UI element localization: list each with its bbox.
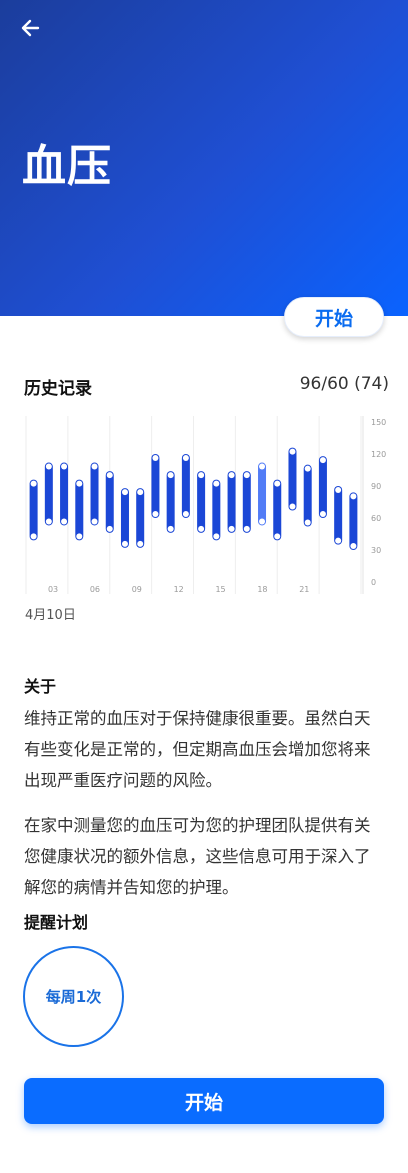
diastolic-point [304,519,311,526]
diastolic-point [152,511,159,517]
diastolic-point [350,543,357,549]
systolic-point [106,472,113,479]
arrow-left-icon [21,19,40,37]
bp-range-bar [166,471,175,533]
start-pill-button[interactable]: 开始 [284,297,384,337]
systolic-point [76,480,83,487]
systolic-point [45,463,52,470]
x-tick-label: 21 [299,585,309,594]
bp-range-bar [105,471,114,533]
x-tick-label: 06 [90,585,100,594]
diastolic-point [30,533,37,540]
diastolic-point [274,533,281,540]
systolic-point [289,448,296,455]
bp-range-bar [334,486,343,545]
systolic-point [350,493,357,500]
systolic-point [91,463,98,470]
systolic-point [213,480,220,487]
bp-range-bar [90,462,99,526]
y-tick-label: 120 [371,450,386,459]
bp-range-bar [75,479,84,541]
reminder-frequency-button[interactable]: 每周1次 [23,946,124,1047]
systolic-point [335,487,342,493]
systolic-point [121,489,128,496]
bp-range-bar [242,471,251,533]
header-banner: 血压 [0,0,408,316]
diastolic-point [198,525,205,532]
bp-range-bar [60,462,69,526]
diastolic-point [76,533,83,540]
x-tick-label: 18 [257,585,267,594]
bp-range-bar [151,454,160,518]
x-tick-label: 15 [215,585,225,594]
diastolic-point [137,540,144,547]
systolic-point [228,472,235,479]
page-title: 血压 [22,141,112,192]
systolic-point [167,472,174,479]
diastolic-point [91,518,98,525]
diastolic-point [243,525,250,532]
bp-range-bar [227,471,236,533]
systolic-point [304,465,311,472]
history-title: 历史记录 [24,379,92,399]
bp-range-bar [197,471,206,533]
diastolic-point [319,511,326,517]
latest-reading: 96/60 (74) [299,374,389,394]
bp-range-bar [181,454,190,518]
blood-pressure-chart: 150 120 90 60 30 0 03 06 09 12 15 18 21 [25,416,386,594]
systolic-point [137,489,144,496]
bp-range-bar [288,447,297,511]
bp-range-bar [258,462,267,526]
systolic-point [198,472,205,479]
diastolic-point [182,511,189,517]
diastolic-point [228,525,235,532]
diastolic-point [61,518,68,525]
diastolic-point [106,525,113,532]
back-button[interactable] [16,14,48,42]
systolic-point [30,480,37,487]
x-tick-label: 09 [132,585,142,594]
systolic-point [274,480,281,487]
systolic-point [152,455,159,461]
x-tick-label: 03 [48,585,58,594]
y-tick-label: 150 [371,418,386,427]
diastolic-point [167,525,174,532]
diastolic-point [213,533,220,540]
systolic-point [61,463,68,470]
bp-range-bar [318,456,327,518]
diastolic-point [45,518,52,525]
systolic-point [243,472,250,479]
bp-range-bar [44,462,53,526]
diastolic-point [121,540,128,547]
bp-range-bar [303,464,312,527]
bp-range-bar [349,492,358,550]
start-button[interactable]: 开始 [24,1078,384,1124]
about-title: 关于 [24,677,57,696]
systolic-point [319,457,326,464]
about-paragraph-2: 在家中测量您的血压可为您的护理团队提供有关您健康状况的额外信息，这些信息可用于深… [24,816,371,897]
bp-range-bar [136,488,145,548]
systolic-point [259,463,266,470]
bp-range-bar [273,479,282,541]
x-tick-label: 12 [174,585,184,594]
y-tick-label: 90 [371,482,381,491]
reminder-title: 提醒计划 [24,913,89,932]
systolic-point [182,455,189,461]
y-tick-label: 0 [371,578,376,587]
diastolic-point [289,503,296,510]
y-tick-label: 60 [371,514,381,523]
chart-date-label: 4月10日 [25,608,76,623]
bp-range-bar [29,479,38,541]
y-tick-label: 30 [371,546,381,555]
diastolic-point [259,518,266,525]
diastolic-point [335,537,342,544]
about-paragraph-1: 维持正常的血压对于保持健康很重要。虽然白天有些变化是正常的，但定期高血压会增加您… [24,709,371,790]
bp-range-bar [120,488,129,548]
bp-range-bar [212,479,221,541]
